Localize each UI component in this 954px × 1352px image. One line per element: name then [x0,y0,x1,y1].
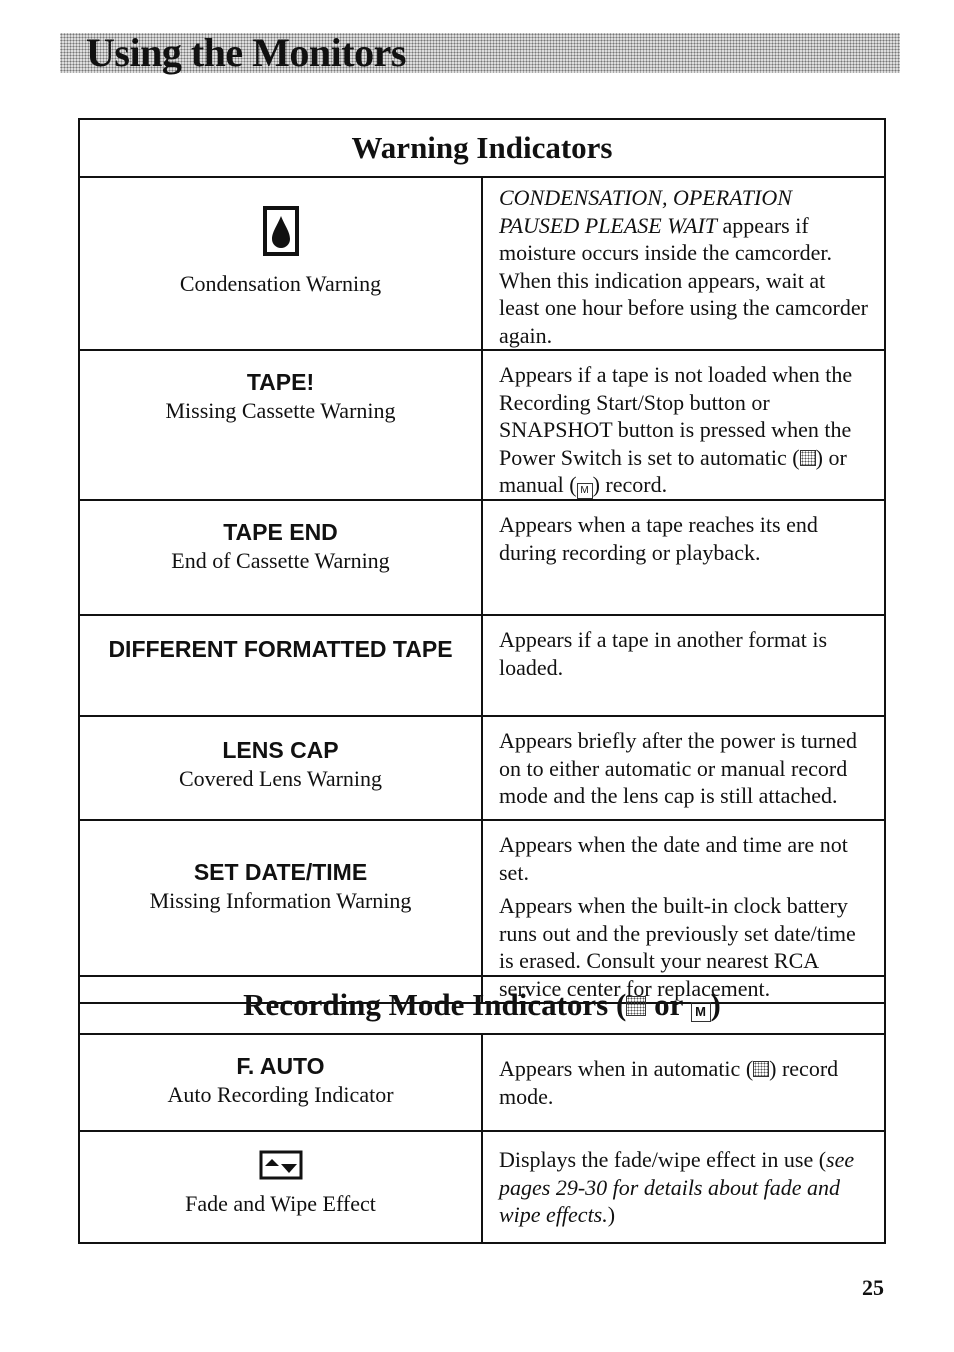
caption: Missing Cassette Warning [165,398,396,423]
description: ) record. [592,472,668,497]
page-number: 25 [862,1275,884,1300]
manual-mode-icon: M [690,1002,711,1022]
description: Appears if a tape in another format is l… [481,614,886,717]
indicator-label: SET DATE/TIME [193,859,368,885]
section-title: Using the Monitors [86,30,406,75]
title-text: Recording Mode Indicators ( [243,987,627,1022]
warning-indicators-table: Warning Indicators Condensation Warning … [78,118,886,1004]
description: Appears when the date and time are not s… [499,832,848,885]
title-text: or [646,987,691,1022]
fade-wipe-icon [259,1150,302,1180]
table-row: F. AUTO Auto Recording Indicator Appears … [78,1033,886,1132]
manual-mode-icon: M [576,483,593,499]
description: ) [607,1202,616,1227]
indicator-label: DIFFERENT FORMATTED TAPE [108,636,453,662]
section-banner: Using the Monitors [60,30,900,75]
title-text: ) [710,987,721,1022]
caption: Auto Recording Indicator [167,1082,394,1107]
caption: Missing Information Warning [149,888,412,913]
table-row: Fade and Wipe Effect Displays the fade/w… [78,1130,886,1244]
table-row: TAPE END End of Cassette Warning Appears … [78,499,886,616]
manual-page: Using the Monitors Warning Indicators Co… [0,0,954,1352]
caption: Covered Lens Warning [178,766,383,791]
description: Displays the fade/wipe effect in use ( [499,1147,827,1172]
caption: Condensation Warning [179,271,382,296]
condensation-drop-icon [262,206,299,256]
table-row: Condensation Warning CONDENSATION, OPERA… [78,176,886,351]
table-row: DIFFERENT FORMATTED TAPE Appears if a ta… [78,614,886,717]
description: Appears when a tape reaches its end duri… [481,499,886,616]
auto-mode-icon [753,1061,770,1077]
indicator-label: TAPE! [246,369,315,395]
table-row: LENS CAP Covered Lens Warning Appears bri… [78,715,886,821]
indicator-label: F. AUTO [236,1053,325,1079]
description: Appears briefly after the power is turne… [481,715,886,821]
auto-mode-icon [626,996,647,1016]
table-title: Recording Mode Indicators ( or M) [78,975,886,1035]
recording-mode-table: Recording Mode Indicators ( or M) F. AUT… [78,975,886,1244]
table-row: TAPE! Missing Cassette Warning Appears if… [78,349,886,501]
auto-mode-icon [799,449,816,466]
description: Appears when in automatic ( [499,1056,754,1081]
indicator-label: LENS CAP [222,737,339,763]
indicator-label: TAPE END [223,519,338,545]
table-title: Warning Indicators [78,118,886,178]
caption: End of Cassette Warning [171,548,390,573]
caption: Fade and Wipe Effect [185,1191,376,1216]
